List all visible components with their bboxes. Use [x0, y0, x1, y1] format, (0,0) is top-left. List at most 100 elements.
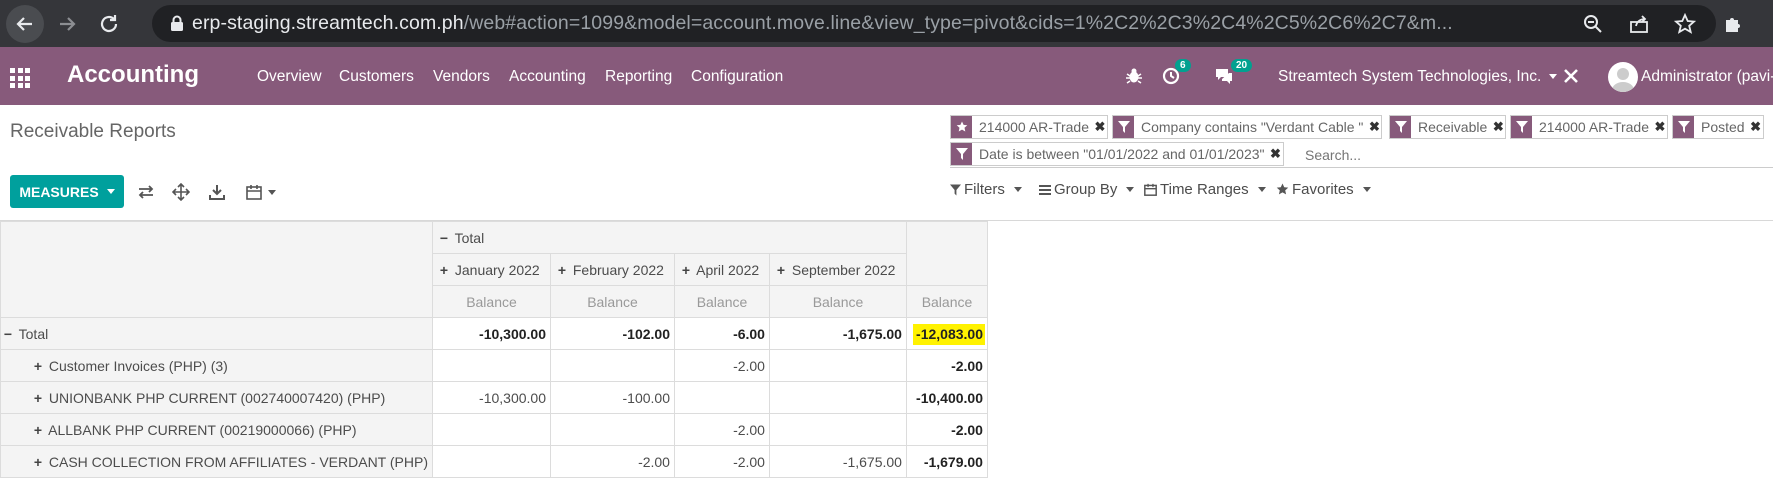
row-header-label: CASH COLLECTION FROM AFFILIATES - VERDAN…	[48, 453, 428, 470]
menu-customers[interactable]: Customers	[339, 68, 414, 86]
app-title[interactable]: Accounting	[67, 61, 199, 89]
measure-header[interactable]: Balance	[549, 285, 675, 318]
pivot-cell[interactable]	[549, 413, 675, 446]
pivot-cell[interactable]: -2.00	[673, 413, 770, 446]
expand-icon: +	[439, 261, 449, 278]
lock-icon[interactable]	[162, 15, 192, 32]
pivot-cell[interactable]: -10,300.00	[431, 381, 551, 414]
pivot-cell-row-total[interactable]: -10,400.00	[905, 381, 988, 414]
expand-icon: +	[33, 389, 43, 406]
download-icon[interactable]	[206, 181, 228, 203]
close-icon[interactable]: ✖	[1491, 119, 1505, 135]
pivot-cell[interactable]	[431, 413, 551, 446]
col-header-september[interactable]: + September 2022	[768, 253, 907, 286]
pivot-cell-grand-total[interactable]: -12,083.00	[905, 317, 988, 350]
close-icon[interactable]: ✖	[1749, 119, 1763, 135]
bookmark-star-icon[interactable]	[1672, 11, 1698, 37]
row-header-customer-invoices[interactable]: + Customer Invoices (PHP) (3)	[0, 349, 433, 382]
reload-icon	[100, 14, 118, 32]
share-icon[interactable]	[1626, 11, 1652, 37]
pivot-cell[interactable]: -2.00	[673, 445, 770, 478]
pivot-cell[interactable]: -102.00	[549, 317, 675, 350]
pivot-cell[interactable]: -6.00	[673, 317, 770, 350]
expand-all-icon[interactable]	[170, 181, 192, 203]
pivot-corner	[0, 221, 433, 318]
star-icon	[1276, 183, 1289, 195]
debug-bug-icon[interactable]	[1125, 67, 1143, 90]
zoom-icon[interactable]	[1580, 11, 1606, 37]
col-header-empty	[905, 221, 988, 286]
close-icon[interactable]: ✖	[1367, 119, 1381, 135]
facet-posted-filter[interactable]: Posted ✖	[1672, 115, 1764, 139]
col-header-total-label: Total	[454, 229, 485, 246]
flip-axis-icon[interactable]	[135, 181, 157, 203]
col-header-february[interactable]: + February 2022	[549, 253, 675, 286]
favorites-dropdown[interactable]: Favorites	[1276, 181, 1371, 198]
row-header-total[interactable]: − Total	[0, 317, 433, 350]
measure-header[interactable]: Balance	[768, 285, 907, 318]
messages-chat-icon[interactable]	[1214, 67, 1234, 90]
user-menu[interactable]: Administrator (pavi-p	[1641, 68, 1773, 86]
menu-reporting[interactable]: Reporting	[605, 68, 672, 86]
pivot-cell[interactable]: -10,300.00	[431, 317, 551, 350]
groupby-dropdown[interactable]: Group By	[1039, 181, 1135, 198]
pivot-cell[interactable]: -2.00	[549, 445, 675, 478]
facet-receivable-filter[interactable]: Receivable ✖	[1389, 115, 1507, 139]
timeranges-dropdown[interactable]: Time Ranges	[1144, 181, 1266, 198]
chevron-down-icon	[1549, 74, 1558, 80]
col-header-april[interactable]: + April 2022	[673, 253, 770, 286]
search-input[interactable]	[1305, 143, 1773, 167]
pivot-cell-row-total[interactable]: -1,679.00	[905, 445, 988, 478]
filters-label: Filters	[964, 181, 1005, 198]
reload-button[interactable]	[90, 5, 128, 43]
col-header-january[interactable]: + January 2022	[431, 253, 551, 286]
search-underline	[950, 167, 1773, 168]
facet-favorite-ar-trade[interactable]: 214000 AR-Trade ✖	[950, 115, 1108, 139]
row-header-allbank[interactable]: + ALLBANK PHP CURRENT (00219000066) (PHP…	[0, 413, 433, 446]
menu-configuration[interactable]: Configuration	[691, 68, 783, 86]
measure-header[interactable]: Balance	[673, 285, 770, 318]
pivot-cell[interactable]: -2.00	[673, 349, 770, 382]
menu-vendors[interactable]: Vendors	[433, 68, 490, 86]
pivot-cell[interactable]	[768, 349, 907, 382]
pivot-cell[interactable]	[673, 381, 770, 414]
pivot-cell[interactable]	[768, 381, 907, 414]
pivot-cell[interactable]	[431, 445, 551, 478]
row-header-cash-collection[interactable]: + CASH COLLECTION FROM AFFILIATES - VERD…	[0, 445, 433, 478]
company-switcher[interactable]: Streamtech System Technologies, Inc.	[1278, 68, 1558, 86]
tools-cross-icon[interactable]	[1562, 67, 1580, 90]
pivot-cell-row-total[interactable]: -2.00	[905, 413, 988, 446]
measures-button[interactable]: MEASURES	[10, 175, 124, 208]
menu-accounting[interactable]: Accounting	[509, 68, 586, 86]
pivot-cell[interactable]: -1,675.00	[768, 445, 907, 478]
close-icon[interactable]: ✖	[1653, 119, 1667, 135]
back-button[interactable]	[6, 4, 44, 43]
forward-button[interactable]	[48, 5, 86, 43]
pivot-cell[interactable]	[768, 413, 907, 446]
filters-dropdown[interactable]: Filters	[950, 181, 1022, 198]
facet-ar-trade-filter[interactable]: 214000 AR-Trade ✖	[1510, 115, 1668, 139]
url-text[interactable]: erp-staging.streamtech.com.ph/web#action…	[192, 12, 1522, 35]
row-header-unionbank[interactable]: + UNIONBANK PHP CURRENT (002740007420) (…	[0, 381, 433, 414]
avatar[interactable]	[1608, 62, 1638, 92]
pivot-cell[interactable]	[431, 349, 551, 382]
pivot-cell[interactable]	[549, 349, 675, 382]
favorites-label: Favorites	[1292, 181, 1354, 198]
apps-menu-icon[interactable]	[10, 68, 30, 88]
close-icon[interactable]: ✖	[1093, 119, 1107, 135]
calendar-dropdown-icon[interactable]	[245, 181, 277, 203]
extensions-puzzle-icon[interactable]	[1720, 10, 1748, 38]
col-header-label: April 2022	[696, 261, 760, 278]
pivot-cell-row-total[interactable]: -2.00	[905, 349, 988, 382]
facet-label: Receivable	[1418, 119, 1488, 135]
close-icon[interactable]: ✖	[1269, 146, 1283, 162]
menu-overview[interactable]: Overview	[257, 68, 322, 86]
facet-company-filter[interactable]: Company contains "Verdant Cable " ✖	[1112, 115, 1383, 139]
col-header-total[interactable]: − Total	[431, 221, 907, 254]
measure-header[interactable]: Balance	[905, 285, 988, 318]
facet-date-filter[interactable]: Date is between "01/01/2022 and 01/01/20…	[950, 142, 1284, 166]
pivot-cell[interactable]: -1,675.00	[768, 317, 907, 350]
address-bar[interactable]: erp-staging.streamtech.com.ph/web#action…	[152, 5, 1716, 42]
pivot-cell[interactable]: -100.00	[549, 381, 675, 414]
measure-header[interactable]: Balance	[431, 285, 551, 318]
